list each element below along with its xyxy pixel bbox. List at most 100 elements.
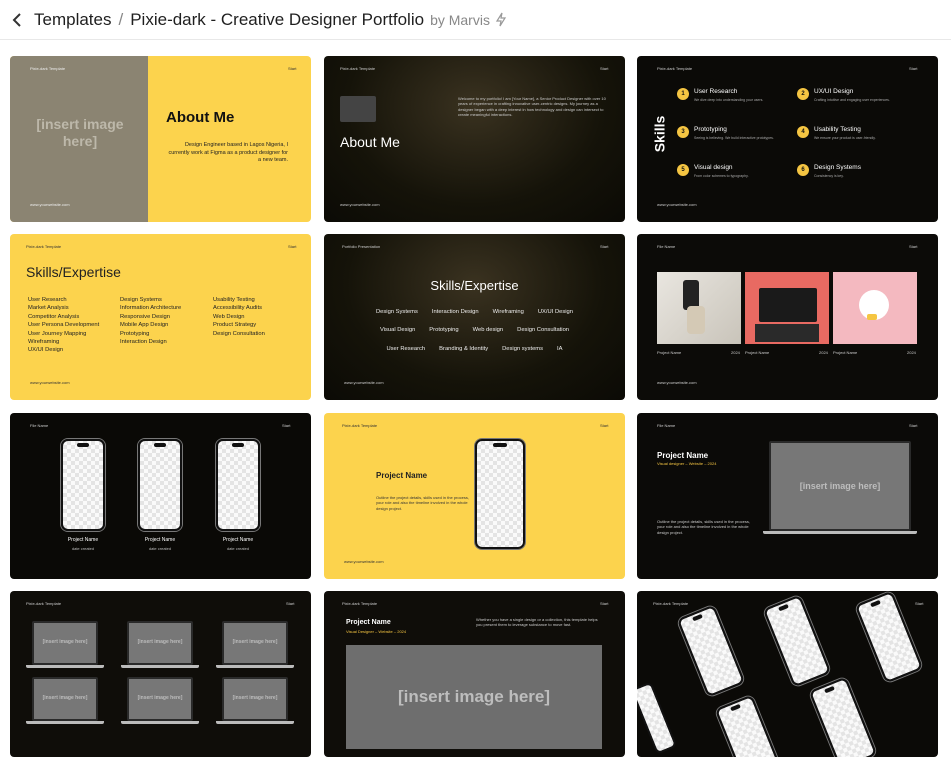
skill-description: Crafting intuitive and engaging user exp… — [814, 98, 890, 102]
slide-title: Skills/Expertise — [430, 278, 519, 293]
skill-item: Accessibility Audits — [213, 305, 262, 312]
slide-three-phones[interactable]: File Name Start Project Name Project Nam… — [10, 413, 311, 579]
image-placeholder: [insert image here] — [346, 645, 602, 749]
start-label: Start — [909, 66, 918, 71]
start-label: Start — [909, 423, 918, 428]
skill-item: Product Strategy — [213, 322, 257, 329]
brand-label: Pixie-dark Template — [340, 66, 376, 71]
phone-mockup-2 — [762, 594, 832, 688]
laptop-screen-2: [insert image here] — [127, 621, 193, 665]
start-label: Start — [909, 244, 918, 249]
project-name: Project Name — [67, 537, 99, 543]
skill-description: We ensure your product is user-friendly. — [814, 136, 876, 140]
slide-about-me-yellow[interactable]: [insert image here] Pixie-dark Template … — [10, 56, 311, 222]
skill-chip: Visual Design — [379, 327, 416, 333]
start-label: Start — [282, 423, 291, 428]
slide-title: Project Name — [376, 471, 428, 480]
start-label: Start — [600, 66, 609, 71]
skill-item: UX/UI Design — [28, 347, 64, 354]
skill-chip: UX/UI Design — [537, 309, 573, 315]
slide-project-phone-yellow[interactable]: Pixie-dark Template Start Project Name O… — [324, 413, 625, 579]
skill-title: Usability Testing — [814, 126, 861, 133]
skill-item: Market Analysis — [28, 305, 69, 312]
slide-subtitle: Visual designer – Website – 2024 — [657, 461, 717, 466]
slide-project-gallery[interactable]: File Name Start Project Name 2024 Projec… — [637, 234, 938, 400]
skill-description: From color schemes to typography. — [694, 174, 749, 178]
skill-number-badge: 6 — [797, 164, 809, 176]
skill-chip: Web design — [472, 327, 504, 333]
slide-skills-expertise-yellow[interactable]: Pixie-dark Template Start Skills/Experti… — [10, 234, 311, 400]
skills-row-1: Design Systems Interaction Design Wirefram… — [324, 309, 625, 315]
start-label: Start — [600, 423, 609, 428]
laptop-base — [216, 665, 294, 668]
skill-title: Visual design — [694, 164, 733, 171]
slide-tilted-phones[interactable]: Pixie-dark Template Start — [637, 591, 938, 757]
start-label: Start — [286, 601, 295, 606]
slide-laptop-grid[interactable]: Pixie-dark Template Start [insert image … — [10, 591, 311, 757]
skill-item: Design Consultation — [213, 330, 265, 337]
start-label: Start — [288, 66, 297, 71]
brand-label: Pixie-dark Template — [26, 244, 62, 249]
website-label: www.yourwebsite.com — [344, 559, 384, 564]
skill-title: Design Systems — [814, 164, 861, 171]
skill-description: We dive deep into understanding your use… — [694, 98, 764, 102]
skill-item: User Research — [28, 297, 67, 303]
skill-item: Interaction Design — [120, 339, 167, 346]
skill-chip: IA — [557, 346, 563, 352]
skill-chip: Wireframing — [492, 309, 524, 315]
project-name: Project Name — [144, 537, 176, 543]
slide-body: Welcome to my portfolio! I am [Your Name… — [458, 96, 606, 118]
laptop-screen: [insert image here] — [769, 441, 911, 531]
skills-row-2: Visual Design Prototyping Web design Design… — [324, 327, 625, 333]
portfolio-label: Portfolio Presentation — [342, 244, 381, 249]
slide-project-wide-image[interactable]: Pixie-dark Template Start Project Name V… — [324, 591, 625, 757]
caption: Project Name — [745, 350, 770, 355]
skill-chip: Design systems — [502, 346, 544, 352]
caption-year: 2024 — [731, 350, 740, 355]
skill-chip: Design Systems — [376, 309, 418, 315]
skill-chip: Prototyping — [429, 327, 459, 333]
website-label: www.yourwebsite.com — [30, 380, 70, 385]
project-image-2 — [745, 272, 829, 344]
file-name-label: File Name — [30, 423, 49, 428]
slide-about-me-dark[interactable]: Pixie-dark Template Start About Me Welco… — [324, 56, 625, 222]
laptop-base — [26, 665, 104, 668]
slide-subtitle: Visual Designer – Website – 2024 — [346, 629, 407, 634]
caption-year: 2024 — [907, 350, 916, 355]
project-image-3 — [833, 272, 917, 344]
image-placeholder-text: [insert image here] — [36, 116, 124, 149]
website-label: www.yourwebsite.com — [657, 202, 697, 207]
start-label: Start — [915, 601, 924, 606]
laptop-screen-1: [insert image here] — [32, 621, 98, 665]
website-label: www.yourwebsite.com — [340, 202, 380, 207]
project-date: date created — [226, 546, 250, 551]
breadcrumb-separator: / — [118, 9, 124, 29]
back-arrow-icon[interactable] — [10, 12, 24, 27]
slide-project-laptop[interactable]: File Name Start Project Name Visual desi… — [637, 413, 938, 579]
phone-mockup-2 — [138, 439, 182, 531]
skill-description: Consistency is key. — [814, 174, 844, 178]
skill-item: Design Systems — [120, 297, 162, 303]
start-label: Start — [288, 244, 297, 249]
phone-mockup-3 — [216, 439, 260, 531]
caption: Project Name — [657, 350, 682, 355]
skills-column-3: Usability Testing Accessibility Audits Web… — [213, 296, 265, 338]
author-byline[interactable]: by Marvis — [430, 12, 490, 28]
lightning-icon — [495, 12, 509, 28]
skill-number-badge: 1 — [677, 88, 689, 100]
website-label: www.yourwebsite.com — [657, 380, 697, 385]
brand-label: Pixie-dark Template — [342, 423, 378, 428]
slide-skills-numbered[interactable]: Pixie-dark Template Start Skills 1 User R… — [637, 56, 938, 222]
skill-description: Seeing is believing. We build interactiv… — [694, 136, 774, 140]
slide-title: Project Name — [346, 619, 391, 626]
slide-body: Design Engineer based in Lagos Nigeria, … — [168, 142, 288, 164]
breadcrumb-templates[interactable]: Templates — [34, 10, 111, 30]
slide-skills-expertise-dark[interactable]: Portfolio Presentation Start Skills/Expe… — [324, 234, 625, 400]
skill-item: Web Design — [213, 313, 245, 320]
slide-title: Skills — [651, 115, 668, 153]
caption: Project Name — [833, 350, 858, 355]
laptop-base — [26, 721, 104, 724]
project-date: date created — [71, 546, 95, 551]
slide-title: About Me — [166, 109, 235, 126]
skill-item: Competitor Analysis — [28, 313, 80, 320]
